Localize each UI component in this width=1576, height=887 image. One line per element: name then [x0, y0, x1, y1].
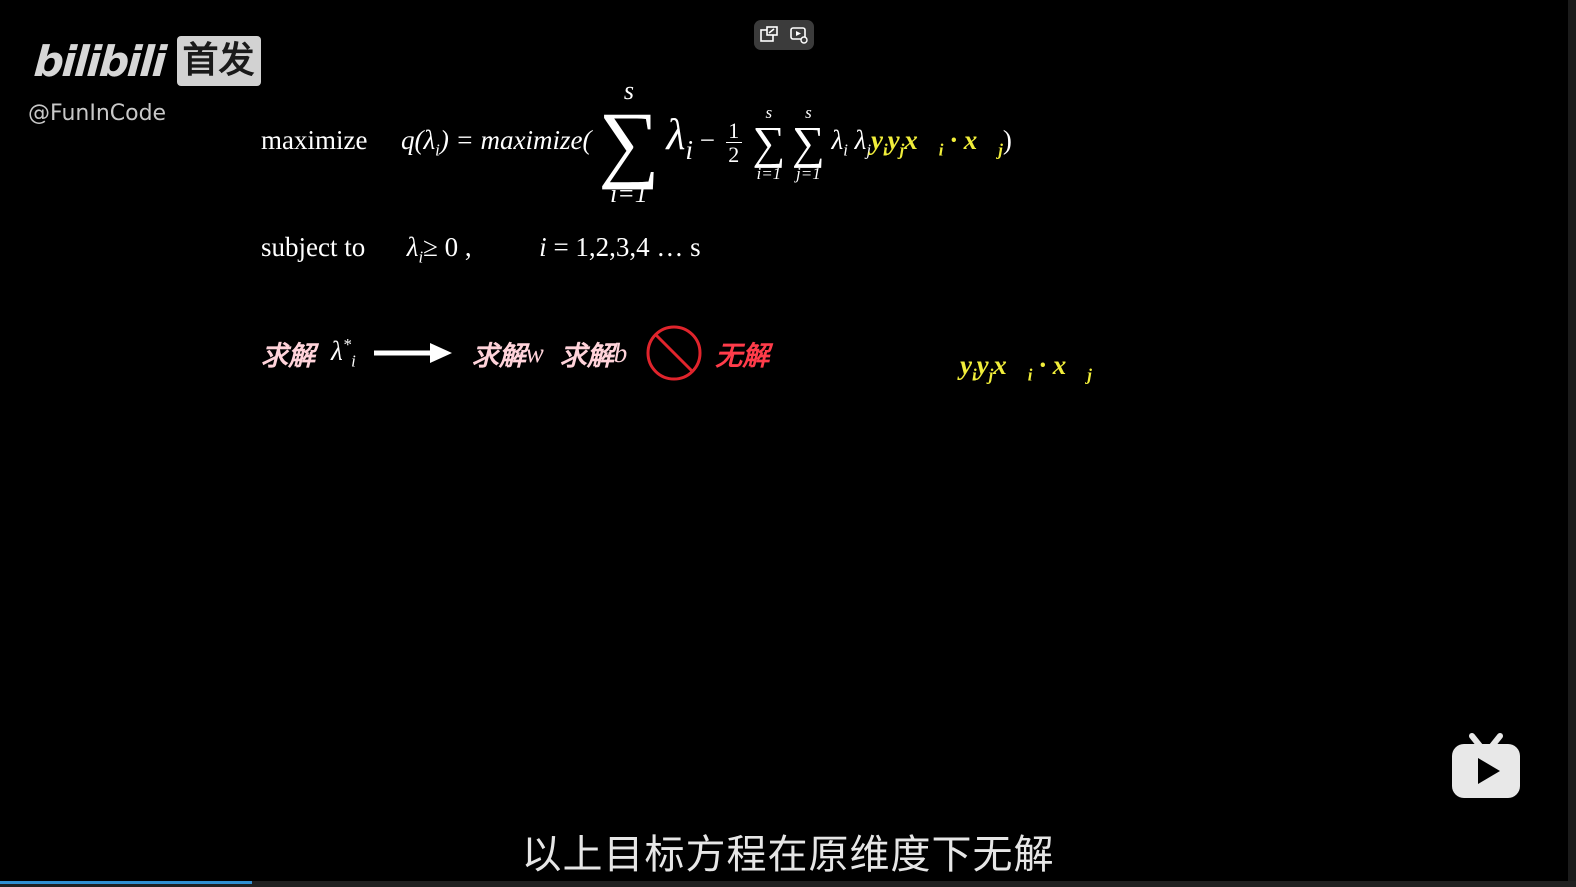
solve-step-3: 求解: [559, 340, 614, 372]
q-lhs: q(λi) = maximize(: [400, 124, 592, 160]
overlay-controls: [754, 20, 814, 50]
subject-to-label: subject to: [261, 232, 366, 262]
video-settings-icon[interactable]: [788, 24, 810, 46]
lambda-constraint: λi: [406, 232, 424, 267]
right-arrow-icon: [373, 343, 452, 363]
progress-fill: [0, 881, 253, 884]
author-handle: @FunInCode: [28, 101, 167, 126]
solve-step-1: 求解: [261, 340, 315, 372]
pip-exit-icon[interactable]: [758, 24, 780, 46]
yellow-kernel-term: yiyjx⃗i · x⃗j: [871, 124, 1003, 160]
sum-outer: s ∑ i=1: [598, 76, 660, 209]
subtitle-caption: 以上目标方程在原维度下无解: [521, 832, 1055, 878]
no-solution-label: 无解: [715, 340, 770, 372]
lambda-pair: λi λj: [831, 124, 871, 160]
prohibited-icon: [646, 325, 702, 381]
solve-step-2: 求解: [471, 340, 526, 372]
window-edge: [1568, 0, 1576, 887]
sum-j: s ∑ j=1: [791, 102, 825, 183]
index-range: = 1,2,3,4 … s: [553, 232, 701, 262]
minus-sign: −: [699, 124, 715, 155]
bilibili-tv-icon[interactable]: [1450, 732, 1522, 800]
bilibili-logo: bilibili 首发: [32, 32, 261, 90]
one-half: 12: [725, 119, 742, 166]
geq-zero: ≥ 0 ,: [423, 232, 472, 262]
w-vector: w: [525, 337, 544, 368]
objective-formula: maximize q(λi) = maximize( s ∑ i=1 λi − …: [261, 78, 1012, 207]
side-kernel-term: yiyjx⃗i · x⃗j: [960, 350, 1092, 385]
maximize-label: maximize: [261, 124, 368, 155]
lambda-i: λi: [666, 109, 693, 165]
premiere-badge: 首发: [176, 36, 261, 86]
b-scalar: b: [613, 337, 628, 368]
lambda-star: λ*i: [331, 334, 356, 371]
sum-i: s ∑ i=1: [752, 102, 786, 183]
close-paren: ): [1002, 124, 1012, 155]
brand-wordmark: bilibili: [32, 36, 167, 86]
constraint-line: subject to λi≥ 0 , i = 1,2,3,4 … s: [261, 232, 701, 267]
index-var: i: [539, 232, 547, 262]
solve-steps: 求解 λ*i 求解 w 求解 b 无解: [261, 322, 769, 384]
